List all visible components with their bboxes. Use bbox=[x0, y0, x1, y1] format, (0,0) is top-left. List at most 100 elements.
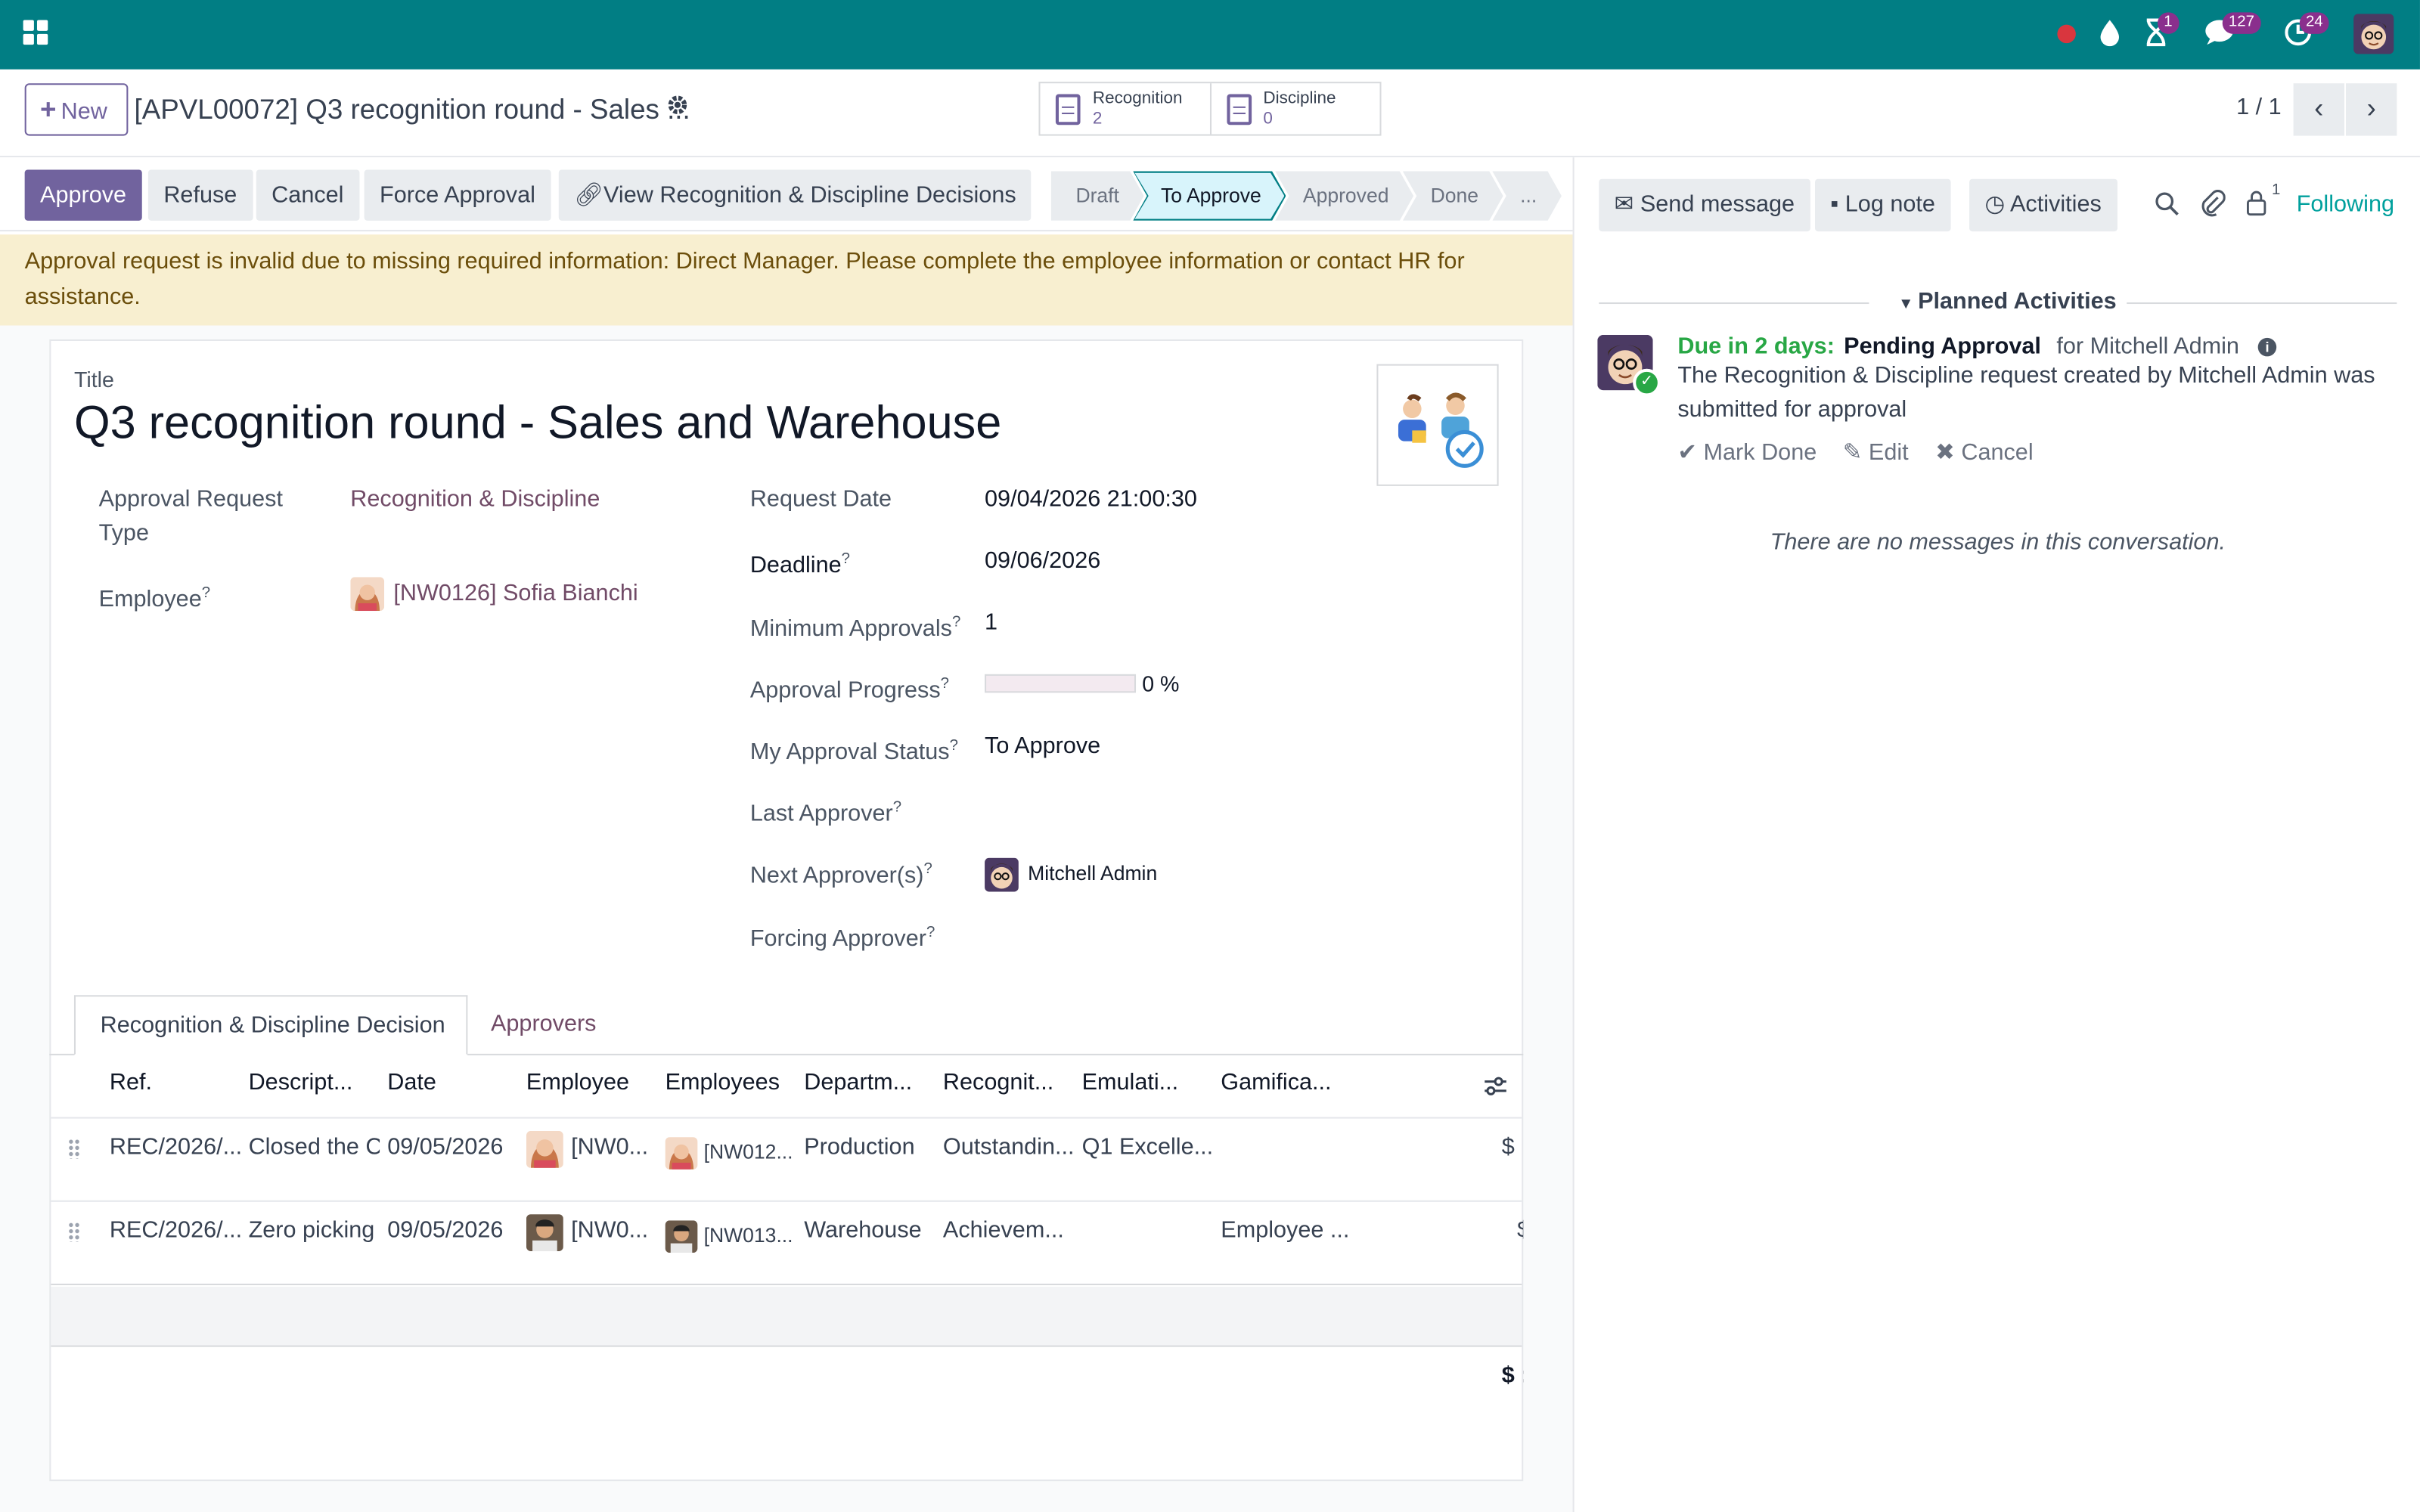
cell-ref[interactable]: REC/2026/... bbox=[110, 1217, 240, 1244]
activity-badge: 1 bbox=[2158, 12, 2179, 34]
cell-date[interactable]: 09/05/2026 bbox=[387, 1134, 518, 1160]
log-note-button[interactable]: ▪︎ Log note bbox=[1814, 178, 1951, 232]
gear-icon[interactable] bbox=[667, 94, 689, 120]
messages-badge: 127 bbox=[2222, 12, 2261, 34]
forcing-approver-label-text: Forcing Approver bbox=[749, 925, 926, 953]
stage-draft[interactable]: Draft bbox=[1051, 172, 1144, 221]
pager-next-button[interactable]: › bbox=[2346, 83, 2397, 136]
discipline-smart-button[interactable]: Discipline 0 bbox=[1211, 83, 1379, 134]
new-button[interactable]: + New bbox=[24, 83, 129, 136]
cell-employee[interactable]: [NW0... bbox=[571, 1134, 648, 1160]
tab-recognition-decision[interactable]: Recognition & Discipline Decision bbox=[73, 995, 468, 1055]
droplet-icon[interactable] bbox=[2099, 18, 2121, 55]
last-approver-label-text: Last Approver bbox=[749, 801, 893, 827]
record-title-field[interactable]: Q3 recognition round - Sales and Warehou… bbox=[74, 398, 1001, 451]
cell-department[interactable]: Production bbox=[804, 1134, 935, 1160]
activity-due: Due in 2 days: bbox=[1677, 333, 1835, 360]
column-header-department[interactable]: Departm... bbox=[804, 1069, 912, 1095]
employees-avatar bbox=[665, 1137, 698, 1170]
cell-department[interactable]: Warehouse bbox=[804, 1217, 935, 1244]
approval-type-value[interactable]: Recognition & Discipline bbox=[350, 486, 600, 513]
deadline-value[interactable]: 09/06/2026 bbox=[985, 547, 1100, 574]
cancel-activity-button[interactable]: ✖ Cancel bbox=[1935, 438, 2033, 466]
help-mark[interactable]: ? bbox=[952, 614, 960, 631]
cell-amount[interactable]: $ bbox=[1517, 1217, 1523, 1244]
info-icon[interactable]: i bbox=[2257, 337, 2277, 357]
cell-emulation[interactable]: Q1 Excelle... bbox=[1082, 1134, 1213, 1160]
approval-progress-bar bbox=[985, 674, 1137, 693]
send-message-button[interactable]: ✉︎ Send message bbox=[1599, 178, 1810, 232]
refuse-button[interactable]: Refuse bbox=[147, 169, 253, 221]
column-header-employee[interactable]: Employee bbox=[526, 1069, 629, 1095]
cell-recognition[interactable]: Achievem... bbox=[943, 1217, 1074, 1244]
deadline-label: Deadline? bbox=[750, 543, 850, 583]
following-toggle[interactable]: Following bbox=[2297, 191, 2394, 218]
employee-value[interactable]: [NW0126] Sofia Bianchi bbox=[350, 577, 638, 612]
mark-done-button[interactable]: ✔ Mark Done bbox=[1677, 438, 1817, 466]
tab-approvers[interactable]: Approvers bbox=[491, 995, 597, 1055]
recognition-smart-button[interactable]: Recognition 2 bbox=[1040, 83, 1212, 135]
help-mark[interactable]: ? bbox=[950, 738, 958, 754]
column-settings-icon[interactable] bbox=[1483, 1075, 1508, 1097]
column-header-employees[interactable]: Employees bbox=[666, 1069, 780, 1095]
cell-recognition[interactable]: Outstandin... bbox=[943, 1134, 1074, 1160]
search-icon[interactable] bbox=[2155, 191, 2180, 222]
cell-amount[interactable]: $ bbox=[1502, 1134, 1522, 1160]
activity-type: Pending Approval bbox=[1844, 333, 2041, 360]
min-approvals-label: Minimum Approvals? bbox=[750, 606, 960, 646]
cell-description[interactable]: Zero picking bbox=[249, 1217, 380, 1244]
control-panel: + New [APVL00072] Q3 recognition round - … bbox=[0, 69, 2420, 158]
stage-done[interactable]: Done bbox=[1403, 172, 1503, 221]
help-mark[interactable]: ? bbox=[924, 861, 932, 878]
recording-indicator-icon[interactable] bbox=[2057, 24, 2076, 44]
help-mark[interactable]: ? bbox=[893, 799, 901, 816]
drag-handle-icon[interactable] bbox=[67, 1139, 81, 1159]
edit-activity-button[interactable]: ✎ Edit bbox=[1843, 438, 1909, 466]
planned-separator-right bbox=[2127, 302, 2397, 305]
lock-icon[interactable] bbox=[2245, 190, 2267, 222]
stage-to-approve[interactable]: To Approve bbox=[1133, 172, 1286, 221]
smart-button-label: Discipline bbox=[1263, 88, 1336, 107]
cell-description[interactable]: Closed the C bbox=[249, 1134, 380, 1160]
column-header-recognition[interactable]: Recognit... bbox=[943, 1069, 1053, 1095]
view-decisions-label: View Recognition & Discipline Decisions bbox=[603, 181, 1016, 209]
column-header-ref[interactable]: Ref. bbox=[110, 1069, 152, 1095]
column-header-description[interactable]: Descript... bbox=[249, 1069, 353, 1095]
pager-value[interactable]: 1 / 1 bbox=[2236, 94, 2282, 120]
apps-menu-icon[interactable] bbox=[23, 20, 48, 45]
view-decisions-button[interactable]: 🔗︎View Recognition & Discipline Decision… bbox=[558, 169, 1032, 221]
drag-handle-icon[interactable] bbox=[67, 1222, 81, 1242]
cell-ref[interactable]: REC/2026/... bbox=[110, 1134, 240, 1160]
force-approval-button[interactable]: Force Approval bbox=[364, 169, 551, 221]
table-add-line-area[interactable] bbox=[51, 1287, 1522, 1347]
help-mark[interactable]: ? bbox=[842, 551, 850, 568]
min-approvals-label-text: Minimum Approvals bbox=[749, 615, 952, 642]
user-avatar[interactable] bbox=[2353, 14, 2394, 54]
help-mark[interactable]: ? bbox=[926, 924, 935, 940]
cancel-button[interactable]: Cancel bbox=[256, 169, 359, 221]
cell-employees[interactable]: [NW013... bbox=[704, 1223, 796, 1247]
column-header-date[interactable]: Date bbox=[387, 1069, 436, 1095]
cell-employees[interactable]: [NW012... bbox=[704, 1140, 796, 1163]
smart-button-label: Recognition bbox=[1092, 88, 1183, 107]
activities-button[interactable]: ◷ Activities bbox=[1969, 178, 2118, 232]
cell-gamification[interactable]: Employee ... bbox=[1221, 1217, 1351, 1244]
activity-assignee: for Mitchell Admin bbox=[2056, 333, 2239, 360]
pager-previous-button[interactable]: ‹ bbox=[2293, 83, 2344, 136]
approval-progress-text: 0 % bbox=[1142, 671, 1180, 696]
approval-type-label-line1: Approval Request bbox=[98, 485, 283, 513]
approval-progress-label: Approval Progress? bbox=[750, 668, 949, 708]
help-mark[interactable]: ? bbox=[941, 676, 949, 692]
help-mark[interactable]: ? bbox=[202, 584, 210, 601]
cell-date[interactable]: 09/05/2026 bbox=[387, 1217, 518, 1244]
planned-activities-toggle[interactable]: ▼ Planned Activities bbox=[1898, 289, 2116, 315]
paperclip-icon[interactable] bbox=[2201, 190, 2226, 224]
cell-employee[interactable]: [NW0... bbox=[571, 1217, 648, 1244]
stage-approved[interactable]: Approved bbox=[1275, 172, 1413, 221]
next-approver-value[interactable]: Mitchell Admin bbox=[985, 857, 1157, 892]
activities-label: Activities bbox=[2010, 191, 2102, 218]
column-header-emulation[interactable]: Emulati... bbox=[1082, 1069, 1179, 1095]
stage-label: Draft bbox=[1075, 183, 1119, 207]
approve-button[interactable]: Approve bbox=[24, 169, 142, 221]
column-header-gamification[interactable]: Gamifica... bbox=[1221, 1069, 1331, 1095]
